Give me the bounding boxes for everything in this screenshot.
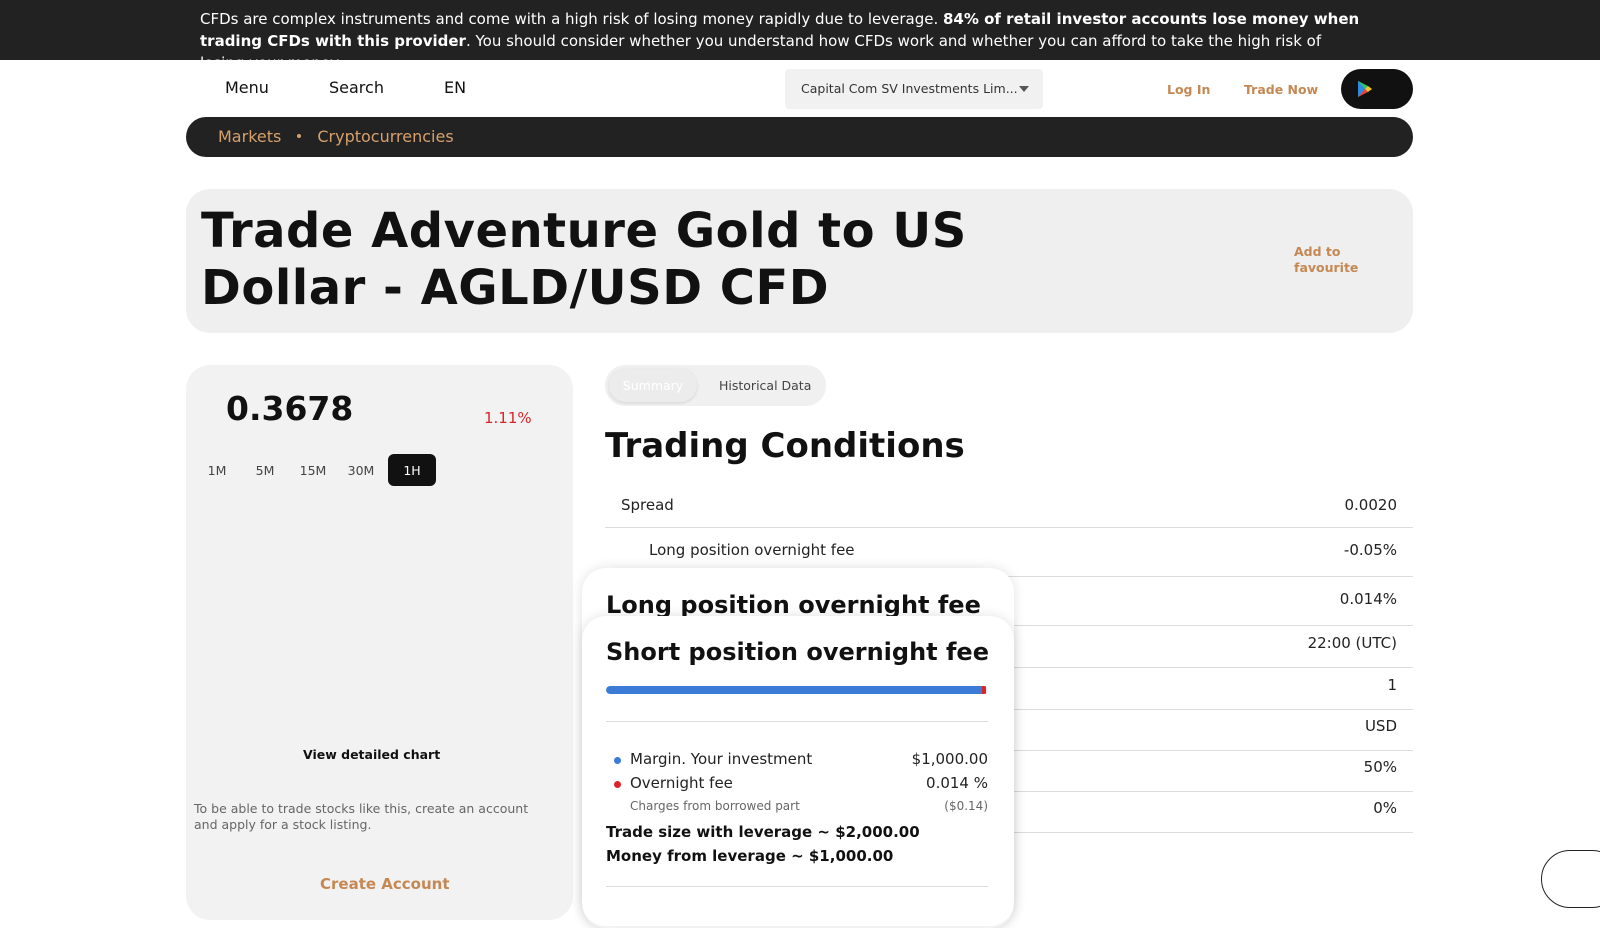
chat-button[interactable]: [1541, 850, 1600, 908]
margin-bar-fill: [606, 686, 982, 694]
tc-value: 0.014%: [1339, 590, 1397, 608]
overnight-fee-label: Overnight fee: [630, 774, 733, 792]
tab-historical-data[interactable]: Historical Data: [719, 369, 811, 402]
timeframe-30m[interactable]: 30M: [341, 454, 381, 486]
tc-value: -0.05%: [1343, 541, 1397, 559]
timeframe-15m[interactable]: 15M: [293, 454, 333, 486]
tc-value: 0%: [1373, 799, 1397, 817]
entity-select-value: Capital Com SV Investments Lim...: [801, 81, 1018, 96]
login-link[interactable]: Log In: [1167, 82, 1210, 97]
popup-divider-bottom: [606, 886, 988, 887]
price-card: 0.3678 1.11% 1M 5M 15M 30M 1H View detai…: [186, 365, 573, 920]
info-tabs: Summary Historical Data: [605, 365, 826, 406]
tc-row-spread: Spread 0.0020: [605, 496, 1413, 528]
margin-fee-bar: [606, 686, 988, 694]
short-fee-popup-title: Short position overnight fee: [606, 638, 989, 666]
fee-sub-label: Charges from borrowed part: [630, 799, 800, 813]
view-detailed-chart-link[interactable]: View detailed chart: [303, 747, 440, 762]
margin-value: $1,000.00: [911, 750, 988, 768]
timeframe-1m[interactable]: 1M: [197, 454, 237, 486]
menu-button[interactable]: Menu: [225, 78, 269, 97]
fee-sub-value: ($0.14): [944, 799, 988, 813]
create-account-button[interactable]: Create Account: [320, 875, 450, 893]
price-change: 1.11%: [484, 409, 532, 427]
page-title: Trade Adventure Gold to US Dollar - AGLD…: [201, 203, 967, 316]
current-price: 0.3678: [226, 389, 354, 428]
tc-value: USD: [1364, 717, 1397, 735]
tc-value: 0.0020: [1344, 496, 1398, 514]
breadcrumb-separator: [297, 134, 302, 138]
language-selector[interactable]: EN: [444, 78, 466, 97]
tc-value: 22:00 (UTC): [1307, 634, 1397, 652]
risk-warning-text: CFDs are complex instruments and come wi…: [200, 10, 943, 28]
money-from-leverage-text: Money from leverage ~ $1,000.00: [606, 847, 894, 865]
popup-divider: [606, 721, 988, 722]
breadcrumb-markets[interactable]: Markets: [218, 127, 281, 146]
page-header: Trade Adventure Gold to US Dollar - AGLD…: [186, 189, 1413, 333]
trade-size-text: Trade size with leverage ~ $2,000.00: [606, 823, 920, 841]
chevron-down-icon: [1019, 86, 1029, 92]
google-play-button[interactable]: [1341, 69, 1413, 109]
margin-label: Margin. Your investment: [630, 750, 813, 768]
fee-bullet: [614, 781, 621, 788]
trading-conditions-title: Trading Conditions: [605, 426, 965, 466]
overnight-fee-value: 0.014 %: [926, 774, 988, 792]
entity-select[interactable]: Capital Com SV Investments Lim...: [785, 69, 1043, 109]
google-play-icon: [1358, 81, 1372, 97]
breadcrumb: Markets Cryptocurrencies: [186, 117, 1413, 157]
tc-value: 1: [1387, 676, 1397, 694]
add-to-favourite-button[interactable]: Add to favourite: [1294, 244, 1374, 276]
fee-bar-marker: [982, 686, 986, 694]
tab-summary[interactable]: Summary: [609, 369, 697, 402]
tc-label: Spread: [621, 496, 674, 514]
risk-warning-banner: CFDs are complex instruments and come wi…: [0, 0, 1600, 72]
timeframe-1h[interactable]: 1H: [388, 454, 436, 486]
short-fee-popup: Short position overnight fee Margin. You…: [582, 616, 1014, 926]
breadcrumb-cryptocurrencies[interactable]: Cryptocurrencies: [317, 127, 453, 146]
tc-label: Long position overnight fee: [649, 541, 855, 559]
long-fee-popup-title: Long position overnight fee: [606, 591, 981, 619]
timeframe-5m[interactable]: 5M: [245, 454, 285, 486]
tc-value: 50%: [1363, 758, 1397, 776]
signup-note: To be able to trade stocks like this, cr…: [194, 801, 529, 832]
margin-bullet: [614, 757, 621, 764]
search-button[interactable]: Search: [329, 78, 384, 97]
trade-now-link[interactable]: Trade Now: [1244, 82, 1318, 97]
